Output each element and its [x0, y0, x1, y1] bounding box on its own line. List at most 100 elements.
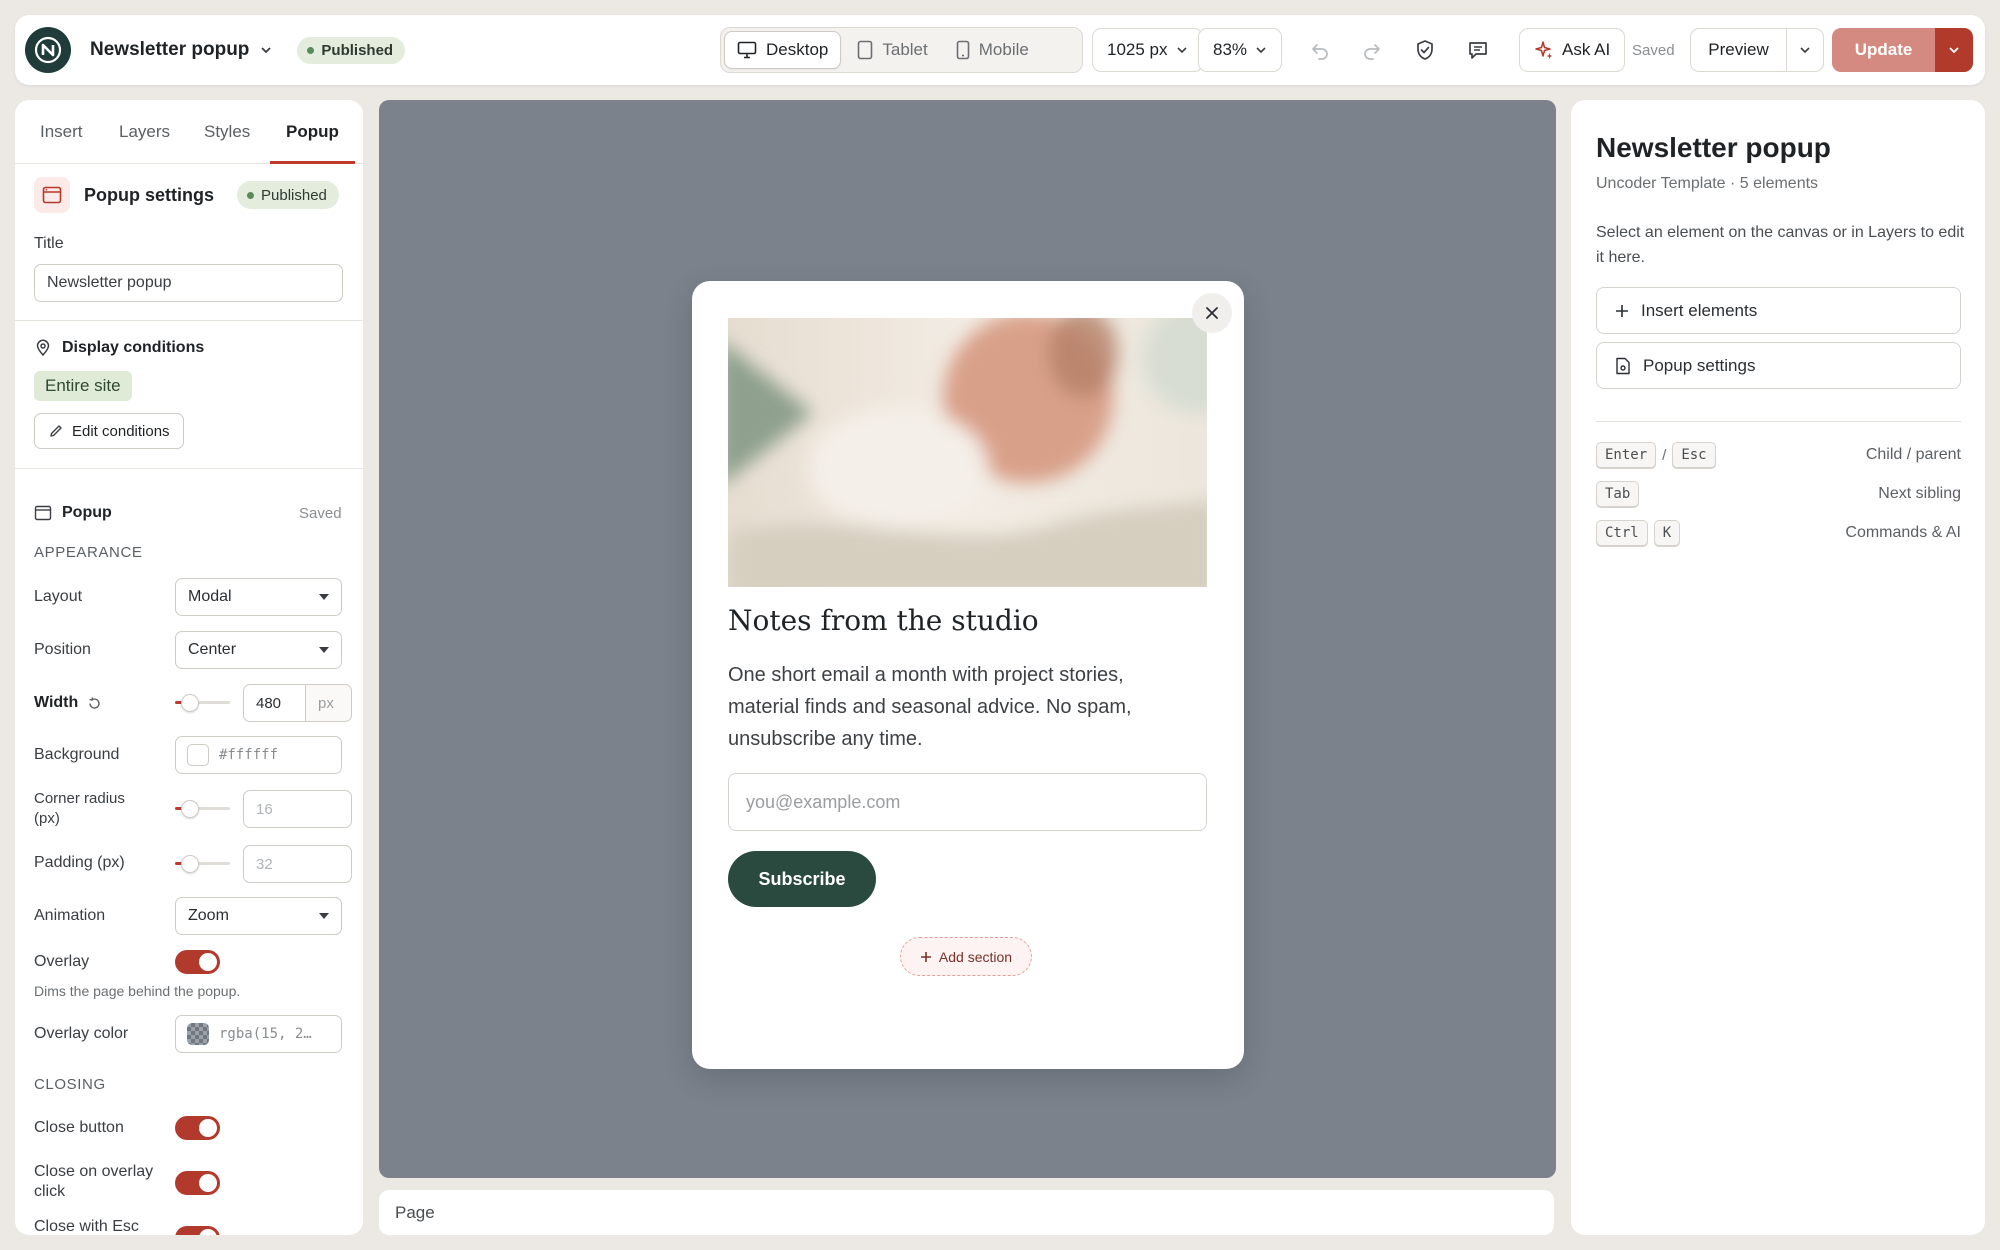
- shortcut-row-tab: Tab Next sibling: [1596, 480, 1961, 508]
- canvas-width-select[interactable]: 1025 px: [1092, 28, 1203, 72]
- caret-down-icon: [319, 913, 329, 919]
- inspector-subtitle: Uncoder Template · 5 elements: [1596, 175, 1819, 192]
- document-title-menu[interactable]: Newsletter popup Published: [90, 15, 406, 85]
- close-on-overlay-toggle[interactable]: [175, 1171, 220, 1195]
- panel-tabs: Insert Layers Styles Popup: [15, 100, 363, 164]
- checks-button[interactable]: [1410, 35, 1440, 65]
- insert-elements-button[interactable]: Insert elements: [1596, 287, 1961, 334]
- corner-radius-slider[interactable]: [175, 800, 230, 818]
- popup-modal[interactable]: Notes from the studio One short email a …: [692, 281, 1244, 1069]
- position-select[interactable]: Center: [175, 631, 342, 669]
- device-tablet-label: Tablet: [882, 40, 928, 59]
- popup-close-button[interactable]: [1192, 293, 1232, 333]
- width-slider[interactable]: [175, 694, 230, 712]
- title-label: Title: [34, 235, 64, 252]
- overlay-toggle[interactable]: [175, 950, 220, 974]
- comment-icon: [1469, 42, 1487, 59]
- closing-heading: CLOSING: [34, 1075, 106, 1093]
- overlay-hint: Dims the page behind the popup.: [34, 983, 241, 999]
- background-color-field[interactable]: #ffffff: [175, 736, 342, 774]
- popup-status-badge: Published: [237, 181, 339, 209]
- layout-select[interactable]: Modal: [175, 578, 342, 616]
- right-panel: Newsletter popup Uncoder Template · 5 el…: [1571, 100, 1985, 1235]
- reset-icon[interactable]: [87, 696, 102, 711]
- location-pin-icon: [36, 339, 50, 357]
- condition-chip[interactable]: Entire site: [34, 371, 132, 401]
- redo-icon: [1364, 44, 1380, 60]
- document-title: Newsletter popup: [90, 39, 250, 60]
- slider-handle[interactable]: [181, 855, 199, 873]
- shortcut-row-enter: Enter / Esc Child / parent: [1596, 441, 1961, 469]
- position-label: Position: [34, 641, 91, 658]
- canvas-width-value: 1025 px: [1107, 40, 1168, 59]
- popup-settings-button[interactable]: Popup settings: [1596, 342, 1961, 389]
- width-label-group: Width: [34, 690, 102, 716]
- top-bar: Newsletter popup Published Desktop Table…: [15, 15, 1985, 85]
- padding-slider[interactable]: [175, 855, 230, 873]
- corner-radius-label: Corner radius (px): [34, 789, 125, 829]
- close-button-toggle[interactable]: [175, 1116, 220, 1140]
- popup-heading[interactable]: Notes from the studio: [728, 604, 1039, 637]
- zoom-select[interactable]: 83%: [1198, 28, 1283, 72]
- window-icon: [42, 186, 62, 204]
- tab-insert[interactable]: Insert: [40, 100, 83, 164]
- left-panel: Insert Layers Styles Popup Popup setting…: [15, 100, 363, 1235]
- ask-ai-button[interactable]: Ask AI: [1519, 28, 1626, 72]
- width-input[interactable]: 480: [243, 684, 306, 722]
- edit-conditions-button[interactable]: Edit conditions: [34, 413, 184, 449]
- popup-body-text[interactable]: One short email a month with project sto…: [728, 659, 1198, 755]
- width-unit[interactable]: px: [305, 684, 352, 722]
- device-desktop-button[interactable]: Desktop: [724, 31, 842, 69]
- preview-button[interactable]: Preview: [1691, 29, 1787, 71]
- popup-settings-label: Popup settings: [1643, 355, 1756, 375]
- overlay-label: Overlay: [34, 953, 90, 970]
- display-conditions-heading: Display conditions: [34, 336, 204, 360]
- device-mobile-label: Mobile: [978, 40, 1029, 59]
- display-conditions-label: Display conditions: [62, 339, 205, 356]
- shortcut-desc: Child / parent: [1865, 446, 1961, 463]
- status-dot: [247, 191, 254, 199]
- comments-button[interactable]: [1463, 35, 1493, 65]
- app-logo[interactable]: [25, 27, 71, 73]
- title-input[interactable]: Newsletter popup: [34, 264, 343, 302]
- sparkle-icon: [1535, 41, 1553, 59]
- editor-canvas[interactable]: Notes from the studio One short email a …: [379, 100, 1556, 1178]
- overlay-color-swatch[interactable]: [187, 1023, 209, 1045]
- file-settings-icon: [1616, 357, 1630, 374]
- position-value: Center: [188, 641, 237, 658]
- popup-email-input[interactable]: you@example.com: [728, 773, 1207, 831]
- close-with-esc-toggle[interactable]: [175, 1226, 220, 1235]
- shortcut-desc: Next sibling: [1878, 485, 1961, 502]
- preview-menu-button[interactable]: [1787, 29, 1823, 71]
- shortcut-row-ctrl-k: Ctrl K Commands & AI: [1596, 519, 1961, 547]
- subscribe-button[interactable]: Subscribe: [728, 851, 876, 907]
- tab-popup[interactable]: Popup: [286, 100, 339, 164]
- insert-elements-label: Insert elements: [1641, 300, 1758, 320]
- color-swatch[interactable]: [187, 744, 209, 766]
- redo-button[interactable]: [1357, 35, 1387, 65]
- pencil-icon: [50, 425, 62, 437]
- undo-button[interactable]: [1305, 35, 1335, 65]
- popup-hero-image[interactable]: [728, 318, 1207, 587]
- status-text: Published: [321, 41, 394, 59]
- update-button[interactable]: Update: [1832, 28, 1935, 72]
- corner-radius-input[interactable]: 16: [243, 790, 352, 828]
- tab-layers[interactable]: Layers: [119, 100, 170, 164]
- page-breadcrumb[interactable]: Page: [379, 1190, 1554, 1235]
- slider-handle[interactable]: [181, 800, 199, 818]
- device-mobile-button[interactable]: Mobile: [944, 31, 1041, 69]
- slider-handle[interactable]: [181, 694, 199, 712]
- add-section-label: Add section: [938, 948, 1013, 965]
- kbd-enter: Enter: [1596, 442, 1657, 468]
- padding-label: Padding (px): [34, 854, 125, 871]
- padding-input[interactable]: 32: [243, 845, 352, 883]
- add-section-button[interactable]: Add section: [900, 937, 1032, 976]
- popup-settings-icon-wrap: [34, 177, 70, 213]
- tab-styles[interactable]: Styles: [204, 100, 250, 164]
- plus-icon: [1616, 304, 1628, 317]
- overlay-color-field[interactable]: rgba(15, 2…: [175, 1015, 342, 1053]
- kbd-ctrl: Ctrl: [1596, 520, 1648, 546]
- animation-select[interactable]: Zoom: [175, 897, 342, 935]
- update-menu-button[interactable]: [1935, 28, 1973, 72]
- device-tablet-button[interactable]: Tablet: [845, 31, 939, 69]
